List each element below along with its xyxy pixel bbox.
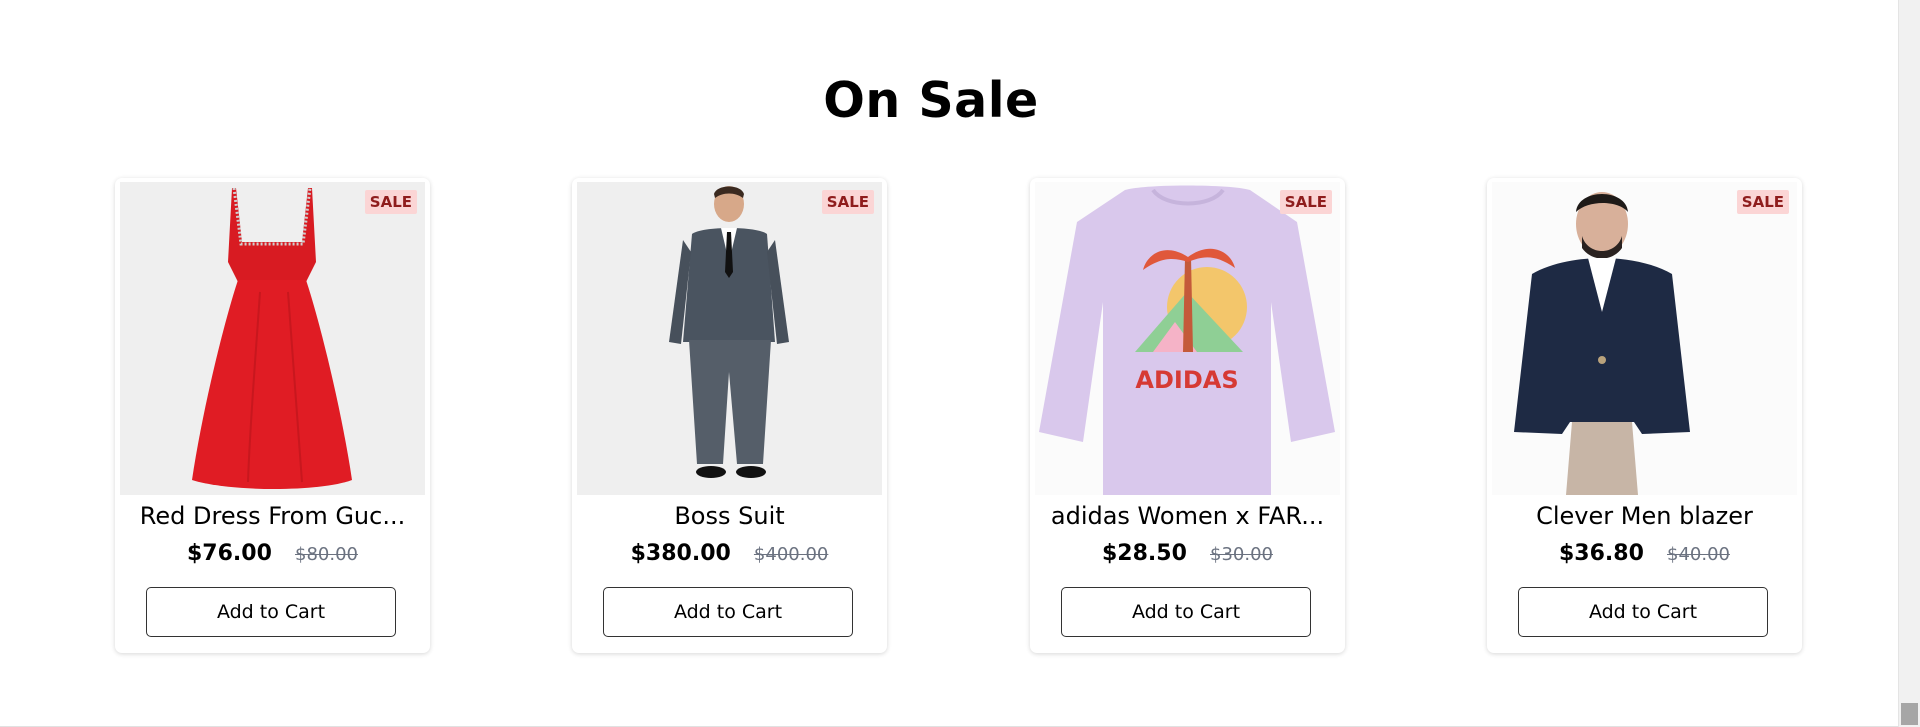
product-image-blazer[interactable]: SALE <box>1492 182 1797 495</box>
price-row: $380.00 $400.00 <box>572 541 887 566</box>
product-image-tshirt[interactable]: ADIDAS SALE <box>1035 182 1340 495</box>
product-name[interactable]: Clever Men blazer <box>1487 502 1802 530</box>
sale-price: $380.00 <box>630 541 731 566</box>
add-to-cart-button[interactable]: Add to Cart <box>603 587 853 637</box>
add-to-cart-button[interactable]: Add to Cart <box>1061 587 1311 637</box>
original-price: $400.00 <box>753 544 829 565</box>
add-to-cart-button[interactable]: Add to Cart <box>146 587 396 637</box>
sale-price: $76.00 <box>187 541 272 566</box>
product-card[interactable]: SALE Clever Men blazer $36.80 $40.00 Add… <box>1487 178 1802 653</box>
price-row: $28.50 $30.00 <box>1030 541 1345 566</box>
product-card[interactable]: SALE Boss Suit $380.00 $400.00 Add to Ca… <box>572 178 887 653</box>
sale-badge: SALE <box>1736 190 1789 214</box>
product-card[interactable]: SALE Red Dress From Guc... $76.00 $80.00… <box>115 178 430 653</box>
product-image-red-dress[interactable]: SALE <box>120 182 425 495</box>
vertical-scrollbar[interactable] <box>1898 0 1920 727</box>
product-card[interactable]: ADIDAS SALE adidas Women x FAR... $28.50… <box>1030 178 1345 653</box>
product-name[interactable]: Red Dress From Guc... <box>115 502 430 530</box>
product-name[interactable]: Boss Suit <box>572 502 887 530</box>
price-row: $36.80 $40.00 <box>1487 541 1802 566</box>
price-row: $76.00 $80.00 <box>115 541 430 566</box>
product-image-suit[interactable]: SALE <box>577 182 882 495</box>
original-price: $40.00 <box>1667 544 1730 565</box>
add-to-cart-button[interactable]: Add to Cart <box>1518 587 1768 637</box>
scrollbar-thumb[interactable] <box>1901 703 1918 725</box>
original-price: $80.00 <box>295 544 358 565</box>
page: On Sale SALE Red Dress From Guc... $76.0… <box>0 0 1898 727</box>
sale-badge: SALE <box>1279 190 1332 214</box>
sale-badge: SALE <box>364 190 417 214</box>
sale-badge: SALE <box>821 190 874 214</box>
product-name[interactable]: adidas Women x FAR... <box>1030 502 1345 530</box>
section-title: On Sale <box>823 72 1039 129</box>
sale-price: $36.80 <box>1559 541 1644 566</box>
tshirt-print-text: ADIDAS <box>1135 366 1238 394</box>
sale-price: $28.50 <box>1102 541 1187 566</box>
original-price: $30.00 <box>1210 544 1273 565</box>
